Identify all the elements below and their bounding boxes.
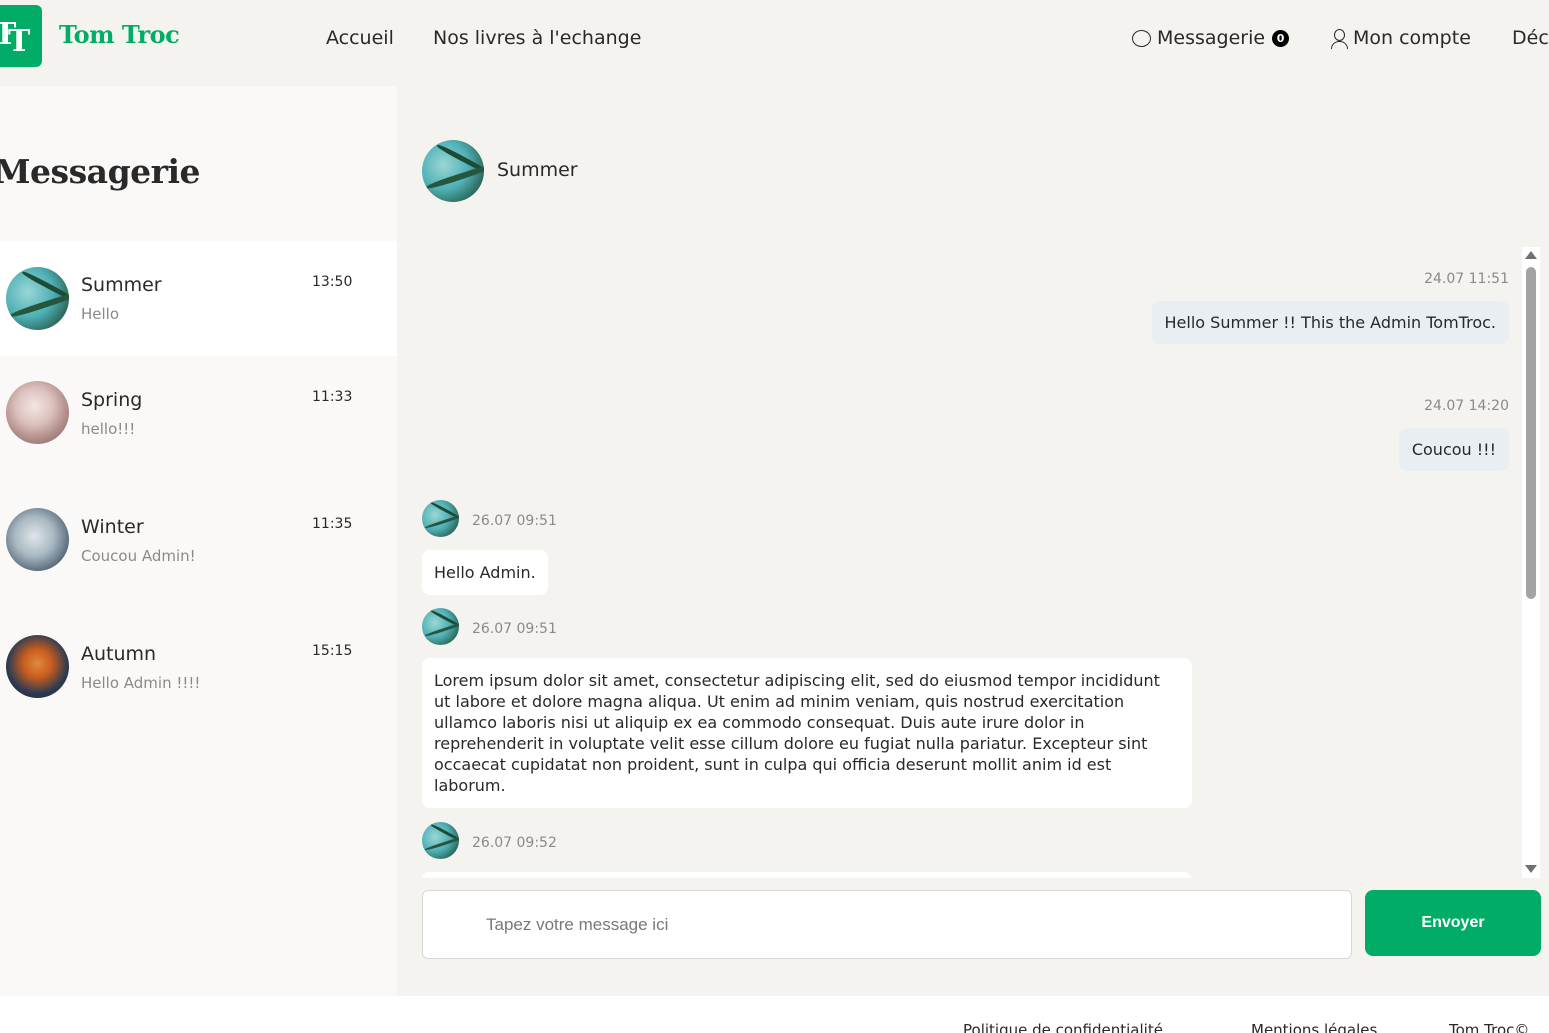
page-title: Messagerie — [0, 152, 201, 191]
conversation-time: 11:33 — [312, 389, 353, 405]
avatar — [422, 500, 459, 537]
conversation-preview: Hello Admin !!!! — [81, 674, 201, 692]
conversation-preview: Hello — [81, 305, 120, 323]
conversation-list: Summer Hello 13:50 Spring hello!!! 11:33… — [0, 241, 397, 737]
nav-logout-link[interactable]: Déc — [1512, 27, 1549, 49]
user-icon — [1331, 28, 1348, 49]
brand-name[interactable]: Tom Troc — [59, 20, 180, 49]
logo-letter: T — [8, 24, 31, 59]
message-timestamp: 26.07 09:51 — [472, 621, 557, 637]
conversation-time: 11:35 — [312, 516, 353, 532]
conversation-preview: hello!!! — [81, 420, 136, 438]
message-bubble-received: Lorem ipsum dolor sit amet, consectetur … — [422, 658, 1192, 808]
chat-bubble-icon — [1132, 29, 1151, 47]
conversation-name: Winter — [81, 516, 144, 538]
conversation-item-spring[interactable]: Spring hello!!! 11:33 — [0, 356, 397, 483]
conversation-item-autumn[interactable]: Autumn Hello Admin !!!! 15:15 — [0, 610, 397, 737]
thread-scrollbar[interactable] — [1522, 247, 1540, 878]
contact-avatar — [422, 140, 484, 202]
message-bubble-received — [422, 872, 1192, 878]
message-timestamp: 24.07 14:20 — [1424, 398, 1509, 414]
conversation-time: 15:15 — [312, 643, 353, 659]
conversation-sidebar: Messagerie Summer Hello 13:50 Spring hel… — [0, 86, 397, 996]
message-bubble-sent: Hello Summer !! This the Admin TomTroc. — [1151, 301, 1509, 344]
site-footer: Politique de confidentialité Mentions lé… — [0, 996, 1549, 1033]
contact-name: Summer — [497, 159, 578, 181]
send-button[interactable]: Envoyer — [1365, 890, 1541, 956]
conversation-name: Autumn — [81, 643, 157, 665]
footer-legal-link[interactable]: Mentions légales — [1251, 1021, 1377, 1033]
nav-account-link[interactable]: Mon compte — [1331, 27, 1471, 49]
conversation-name: Summer — [81, 274, 162, 296]
conversation-preview: Coucou Admin! — [81, 547, 196, 565]
message-timestamp: 26.07 09:52 — [472, 835, 557, 851]
scroll-thumb[interactable] — [1526, 267, 1536, 599]
conversation-name: Spring — [81, 389, 143, 411]
message-bubble-sent: Coucou !!! — [1398, 428, 1509, 471]
conversation-item-winter[interactable]: Winter Coucou Admin! 11:35 — [0, 483, 397, 610]
avatar — [6, 267, 69, 330]
footer-privacy-link[interactable]: Politique de confidentialité — [963, 1021, 1163, 1033]
scroll-up-arrow-icon[interactable] — [1525, 251, 1537, 259]
scroll-down-arrow-icon[interactable] — [1525, 865, 1537, 873]
message-thread[interactable]: 24.07 11:51 Hello Summer !! This the Adm… — [422, 247, 1520, 878]
message-timestamp: 26.07 09:51 — [472, 513, 557, 529]
conversation-time: 13:50 — [312, 274, 353, 290]
nav-home-link[interactable]: Accueil — [326, 27, 394, 49]
footer-copyright: Tom Troc© — [1449, 1021, 1530, 1033]
unread-count-badge: 0 — [1272, 29, 1290, 47]
avatar — [6, 381, 69, 444]
nav-messages-label: Messagerie — [1157, 27, 1266, 49]
message-input[interactable] — [422, 890, 1352, 959]
nav-books-link[interactable]: Nos livres à l'echange — [433, 27, 641, 49]
nav-account-label: Mon compte — [1353, 27, 1471, 49]
avatar — [6, 508, 69, 571]
avatar — [6, 635, 69, 698]
conversation-item-summer[interactable]: Summer Hello 13:50 — [0, 241, 397, 356]
message-bubble-received: Hello Admin. — [422, 550, 548, 595]
logo-icon[interactable]: T T — [0, 5, 42, 67]
site-header: T T Tom Troc Accueil Nos livres à l'echa… — [0, 0, 1549, 78]
message-timestamp: 24.07 11:51 — [1424, 271, 1509, 287]
avatar — [422, 608, 459, 645]
avatar — [422, 822, 459, 859]
nav-messages-link[interactable]: Messagerie 0 — [1132, 27, 1290, 49]
